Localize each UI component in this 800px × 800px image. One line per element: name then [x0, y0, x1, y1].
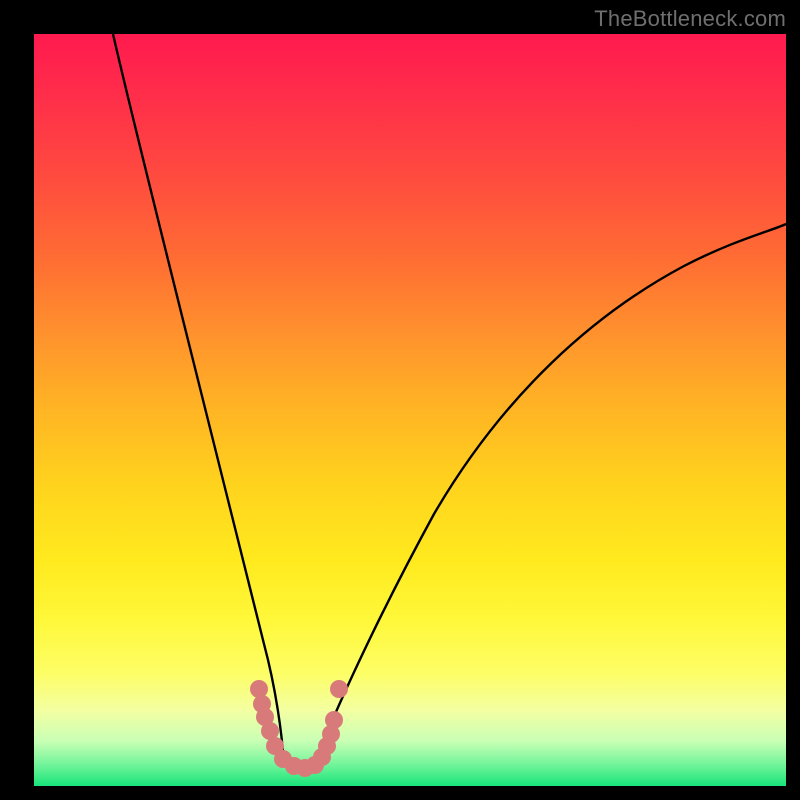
plot-area [34, 34, 786, 786]
bottleneck-dots [34, 34, 786, 786]
attribution-watermark: TheBottleneck.com [594, 6, 786, 32]
chart-frame: TheBottleneck.com [0, 0, 800, 800]
